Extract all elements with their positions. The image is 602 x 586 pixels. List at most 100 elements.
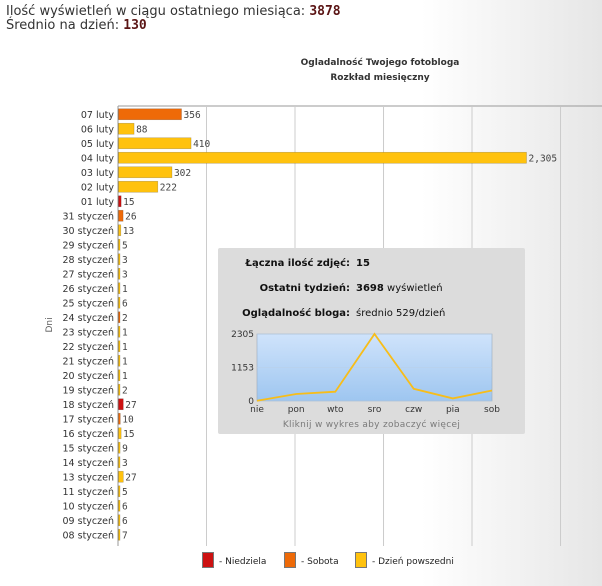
tick-label: 27 styczeń	[63, 269, 114, 280]
last-week-label: Ostatni tydzień:	[259, 283, 350, 294]
bar	[118, 485, 121, 498]
tick-label: 09 styczeń	[63, 516, 114, 527]
legend-swatch	[202, 552, 214, 568]
mini-x-tick-label: sob	[484, 405, 500, 415]
mini-y-tick-label: 1153	[231, 364, 254, 374]
chart-legend: - Niedziela - Sobota - Dzień powszedni	[0, 552, 602, 572]
bar	[118, 253, 121, 266]
bar	[118, 499, 121, 512]
data-label: 3	[122, 255, 128, 266]
data-label: 1	[122, 342, 128, 353]
bar	[118, 369, 121, 382]
legend-label: - Niedziela	[219, 557, 267, 567]
data-label: 1	[122, 284, 128, 295]
data-label: 10	[122, 414, 134, 425]
data-label: 1	[122, 327, 128, 338]
summary-info-box[interactable]: Łączna ilość zdjęć: 15 Ostatni tydzień: …	[218, 248, 525, 434]
mini-x-tick-label: pia	[446, 405, 460, 415]
data-label: 2	[122, 385, 128, 396]
tick-label: 01 luty	[81, 197, 114, 208]
bar	[118, 311, 121, 324]
data-label: 3	[122, 269, 128, 280]
bar	[118, 195, 122, 208]
bar	[118, 456, 121, 469]
data-label: 88	[136, 124, 148, 135]
tick-label: 24 styczeń	[63, 313, 114, 324]
bar	[118, 528, 121, 541]
mini-x-tick-label: pon	[288, 405, 305, 415]
tick-label: 18 styczeń	[63, 400, 114, 411]
data-label: 15	[123, 197, 134, 208]
bar	[118, 108, 182, 121]
legend-swatch	[355, 552, 367, 568]
tick-label: 08 styczeń	[63, 530, 114, 541]
tick-label: 26 styczeń	[63, 284, 114, 295]
tick-label: 13 styczeń	[63, 472, 114, 483]
tick-label: 20 styczeń	[63, 371, 114, 382]
data-label: 6	[122, 501, 128, 512]
bar	[118, 166, 173, 179]
data-label: 6	[122, 298, 128, 309]
tick-label: 29 styczeń	[63, 240, 114, 251]
legend-label: - Sobota	[301, 557, 339, 567]
tick-label: 22 styczeń	[63, 342, 114, 353]
mini-y-tick-label: 2305	[231, 330, 254, 340]
tick-label: 11 styczeń	[63, 487, 114, 498]
bar	[118, 470, 124, 483]
mini-x-tick-label: czw	[405, 405, 422, 415]
tick-label: 05 luty	[81, 139, 114, 150]
tick-label: 16 styczeń	[63, 429, 114, 440]
data-label: 410	[193, 139, 210, 150]
bar	[118, 354, 121, 367]
data-label: 27	[125, 472, 136, 483]
mini-chart-caption: Kliknij w wykres aby zobaczyć więcej	[282, 420, 461, 430]
tick-label: 23 styczeń	[63, 327, 114, 338]
bar	[118, 398, 124, 411]
bar	[118, 412, 121, 425]
tick-label: 02 luty	[81, 182, 114, 193]
data-label: 9	[122, 443, 128, 454]
bar	[118, 441, 121, 454]
bar	[118, 238, 121, 251]
bar	[118, 224, 122, 237]
data-label: 5	[122, 240, 128, 251]
tick-label: 17 styczeń	[63, 414, 114, 425]
mini-x-tick-label: wto	[327, 405, 344, 415]
mini-x-tick-label: nie	[250, 405, 264, 415]
data-label: 356	[184, 110, 201, 121]
bar	[118, 325, 121, 338]
data-label: 302	[174, 168, 191, 179]
bar	[118, 151, 527, 164]
last-week-value: 3698 wyświetleń	[356, 283, 443, 294]
y-axis-title: Dni	[45, 317, 55, 332]
bar	[118, 209, 124, 222]
data-label: 5	[122, 487, 128, 498]
data-label: 1	[122, 371, 128, 382]
tick-label: 07 luty	[81, 110, 114, 121]
bar	[118, 282, 121, 295]
data-label: 27	[125, 400, 136, 411]
blog-views-label: Oglądalność bloga:	[242, 308, 350, 319]
total-photos-label: Łączna ilość zdjęć:	[245, 258, 350, 269]
weekly-mini-chart[interactable]: 011532305nie pon wto sro czw pia sob	[218, 326, 525, 420]
last-week-unit: wyświetleń	[387, 283, 443, 294]
bar	[118, 122, 135, 135]
legend-swatch	[284, 552, 296, 568]
tick-label: 10 styczeń	[63, 501, 114, 512]
data-label: 7	[122, 530, 128, 541]
tick-label: 19 styczeń	[63, 385, 114, 396]
mini-x-tick-label: sro	[368, 405, 382, 415]
total-photos-value: 15	[356, 258, 370, 269]
data-label: 2	[122, 313, 128, 324]
bar	[118, 296, 121, 309]
bar	[118, 180, 159, 193]
bar	[118, 137, 192, 150]
tick-label: 31 styczeń	[63, 211, 114, 222]
bar	[118, 267, 121, 280]
tick-label: 15 styczeń	[63, 443, 114, 454]
bar	[118, 427, 122, 440]
data-label: 26	[125, 211, 137, 222]
tick-label: 25 styczeń	[63, 298, 114, 309]
data-label: 222	[160, 182, 177, 193]
data-label: 13	[123, 226, 134, 237]
